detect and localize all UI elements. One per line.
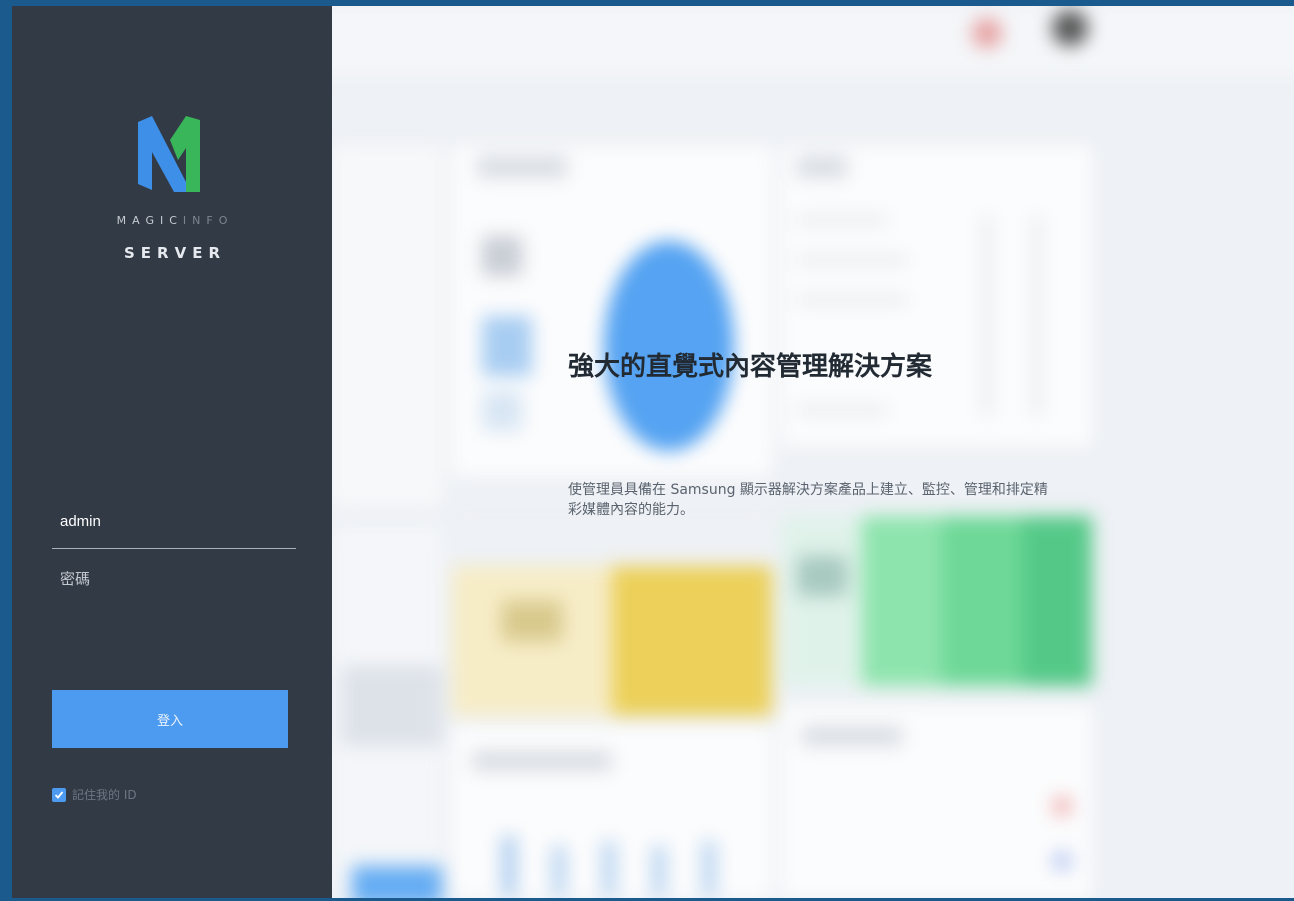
remember-id-label: 記住我的 ID xyxy=(72,788,137,802)
logo-text-server: SERVER xyxy=(123,244,226,262)
login-button[interactable]: 登入 xyxy=(52,690,288,748)
background-dashboard-preview xyxy=(312,6,1294,898)
logo-text-magicinfo: MAGICINFO xyxy=(12,214,332,227)
hero-title: 強大的直覺式內容管理解決方案 xyxy=(568,352,933,382)
magicinfo-logo-icon xyxy=(138,116,200,192)
remember-id-option[interactable]: 記住我的 ID xyxy=(52,786,137,803)
hero-description: 使管理員具備在 Samsung 顯示器解決方案產品上建立、監控、管理和排定精彩媒… xyxy=(568,482,1048,518)
remember-id-checkbox[interactable] xyxy=(52,787,66,802)
login-panel: MAGICINFO SERVER 登入 記住我的 ID xyxy=(12,6,332,898)
login-screen: 強大的直覺式內容管理解決方案 使管理員具備在 Samsung 顯示器解決方案產品… xyxy=(12,6,1294,898)
checkmark-icon xyxy=(54,790,64,799)
logo-text-info: INFO xyxy=(182,214,234,227)
logo-text-magic: MAGIC xyxy=(116,214,183,227)
username-underline xyxy=(52,548,296,549)
password-input[interactable] xyxy=(52,564,296,594)
username-input[interactable] xyxy=(52,506,296,536)
